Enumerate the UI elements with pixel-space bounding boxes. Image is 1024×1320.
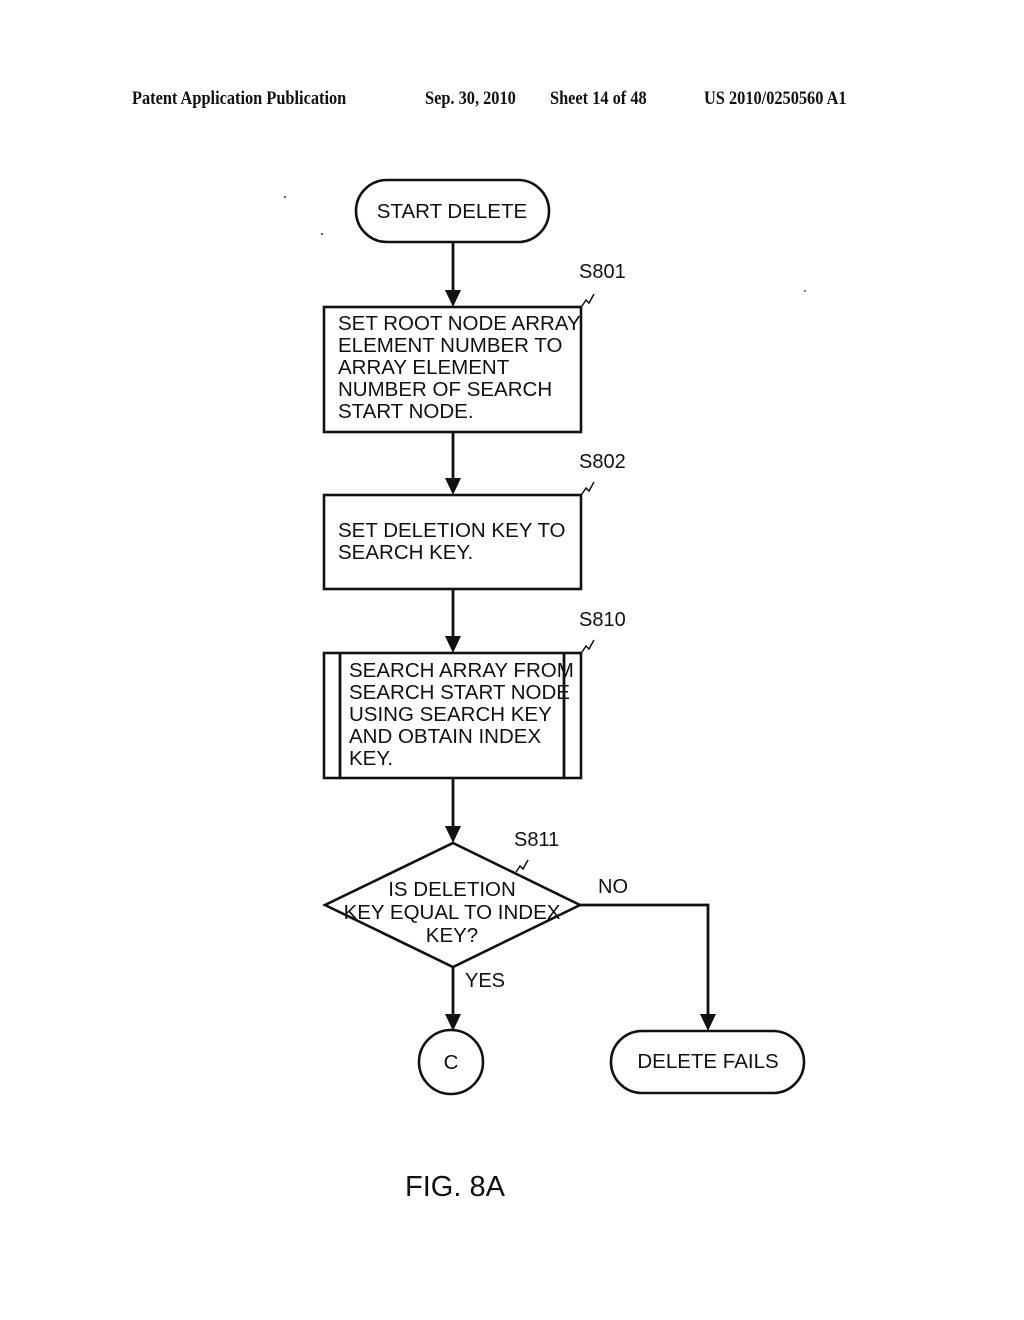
step-text-line: USING SEARCH KEY	[349, 703, 552, 726]
yes-branch-label: YES	[465, 970, 505, 992]
arrowhead-icon	[445, 290, 461, 307]
step-text-line: SET DELETION KEY TO	[338, 519, 565, 542]
step-text-line: SEARCH ARRAY FROM	[349, 659, 574, 682]
reference-leader-line	[515, 859, 529, 873]
start-terminal: START DELETE	[354, 178, 551, 244]
reference-leader-line	[581, 481, 595, 495]
step-text-line: ARRAY ELEMENT	[338, 356, 510, 379]
step-text-line: SEARCH KEY.	[338, 541, 473, 564]
step-text-line: SET ROOT NODE ARRAY	[338, 312, 581, 335]
step-text-line: NUMBER OF SEARCH	[338, 378, 552, 401]
off-page-connector: C	[417, 1028, 485, 1096]
arrowhead-icon	[445, 478, 461, 495]
step-id-label: S810	[579, 609, 626, 631]
step-s810: SEARCH ARRAY FROM SEARCH START NODE USIN…	[322, 609, 626, 780]
step-id-label: S802	[579, 451, 626, 473]
step-text-line: START NODE.	[338, 400, 474, 423]
end-terminal-text: DELETE FAILS	[637, 1050, 778, 1073]
decision-text-line: IS DELETION	[388, 878, 516, 901]
arrowhead-icon	[445, 1014, 461, 1031]
arrowhead-icon	[445, 826, 461, 843]
no-branch-label: NO	[598, 876, 628, 898]
decision-text-line: KEY?	[426, 924, 478, 947]
reference-leader-line	[581, 639, 595, 653]
step-s802: SET DELETION KEY TO SEARCH KEY. S802	[322, 451, 626, 591]
start-terminal-text: START DELETE	[377, 200, 527, 223]
flowchart-diagram: START DELETE SET ROOT NODE ARRAY ELEMENT…	[284, 178, 806, 1203]
step-id-label: S801	[579, 261, 626, 283]
step-text-line: KEY.	[349, 747, 393, 770]
scan-speck	[804, 290, 806, 292]
reference-leader-line	[581, 293, 595, 307]
step-s801: SET ROOT NODE ARRAY ELEMENT NUMBER TO AR…	[322, 261, 626, 434]
end-terminal: DELETE FAILS	[609, 1029, 806, 1095]
step-text-line: ELEMENT NUMBER TO	[338, 334, 562, 357]
arrowhead-icon	[700, 1014, 716, 1031]
step-id-label: S811	[514, 829, 559, 851]
step-text-line: AND OBTAIN INDEX	[349, 725, 541, 748]
step-s811: IS DELETION KEY EQUAL TO INDEX KEY? S811	[322, 829, 583, 969]
decision-text-line: KEY EQUAL TO INDEX	[344, 901, 561, 924]
step-text-line: SEARCH START NODE	[349, 681, 570, 704]
connector-text: C	[444, 1051, 459, 1074]
no-branch-line	[580, 903, 710, 1016]
scan-speck	[284, 196, 286, 198]
arrowhead-icon	[445, 636, 461, 653]
scan-speck	[321, 233, 323, 235]
figure-label: FIG. 8A	[405, 1171, 506, 1203]
